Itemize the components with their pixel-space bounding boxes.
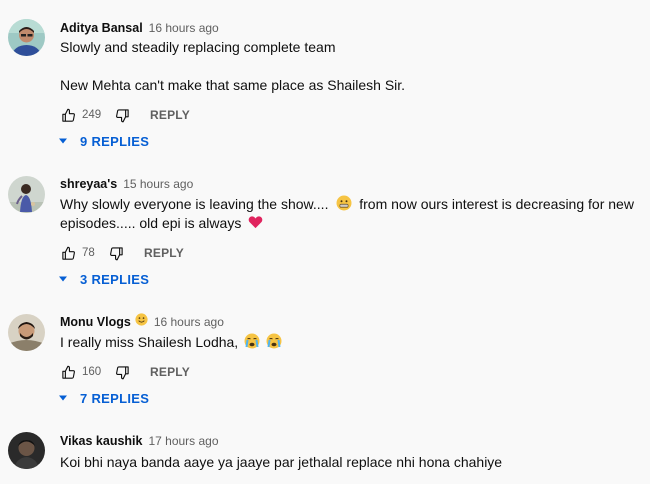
caret-down-icon bbox=[58, 393, 68, 403]
comment-text: Why slowly everyone is leaving the show.… bbox=[60, 195, 634, 216]
heart-emoji bbox=[248, 215, 263, 234]
grimace-emoji bbox=[336, 195, 352, 216]
caret-down-icon bbox=[58, 274, 68, 284]
comment-text-line: I really miss Shailesh Lodha, bbox=[60, 334, 239, 351]
avatar[interactable] bbox=[8, 176, 45, 213]
like-count: 249 bbox=[82, 109, 102, 121]
thumbs-down-icon[interactable] bbox=[114, 107, 130, 123]
comment-text-line: Slowly and steadily replacing complete t… bbox=[60, 39, 336, 55]
comment-text-line: episodes..... old epi is always bbox=[60, 215, 242, 231]
comment-text-line: Koi bhi naya banda aaye ya jaaye par jet… bbox=[60, 454, 503, 470]
thumbs-up-icon[interactable] bbox=[60, 245, 76, 261]
avatar[interactable] bbox=[8, 314, 45, 351]
comment-3: Monu Vlogs 16 hours ago I really miss Sh… bbox=[0, 300, 650, 420]
view-replies-button[interactable]: 7 REPLIES bbox=[58, 389, 149, 407]
reply-button[interactable]: REPLY bbox=[150, 108, 190, 122]
crying-emoji bbox=[244, 333, 260, 354]
comment-text-line: from now ours interest is decreasing for… bbox=[359, 196, 634, 213]
caret-down-icon bbox=[58, 136, 68, 146]
avatar[interactable] bbox=[8, 432, 45, 469]
comment-timestamp[interactable]: 16 hours ago bbox=[149, 21, 219, 35]
smile-emoji bbox=[135, 313, 148, 331]
comment-timestamp[interactable]: 15 hours ago bbox=[123, 177, 193, 191]
comment-4: Vikas kaushik 17 hours ago Koi bhi naya … bbox=[0, 420, 650, 484]
view-replies-button[interactable]: 9 REPLIES bbox=[58, 132, 149, 150]
comment-author[interactable]: Vikas kaushik bbox=[60, 434, 142, 448]
reply-button[interactable]: REPLY bbox=[144, 246, 184, 260]
comment-author[interactable]: Monu Vlogs bbox=[60, 315, 131, 329]
replies-count-label: 7 REPLIES bbox=[80, 390, 150, 406]
like-count: 78 bbox=[82, 247, 95, 259]
crying-emoji bbox=[266, 333, 282, 354]
view-replies-button[interactable]: 3 REPLIES bbox=[58, 270, 149, 288]
comment-text-line: Why slowly everyone is leaving the show.… bbox=[60, 196, 329, 213]
comment-author[interactable]: Aditya Bansal bbox=[60, 21, 143, 35]
thumbs-down-icon[interactable] bbox=[108, 245, 124, 261]
comment-text-line: New Mehta can't make that same place as … bbox=[60, 77, 406, 93]
replies-count-label: 9 REPLIES bbox=[80, 133, 150, 149]
comment-author[interactable]: shreyaa's bbox=[60, 177, 117, 191]
comment-2: shreyaa's 15 hours ago Why slowly everyo… bbox=[0, 160, 650, 300]
comment-timestamp[interactable]: 16 hours ago bbox=[154, 315, 224, 329]
thumbs-up-icon[interactable] bbox=[60, 107, 76, 123]
comment-timestamp[interactable]: 17 hours ago bbox=[148, 434, 218, 448]
comment-text: I really miss Shailesh Lodha, bbox=[60, 333, 282, 354]
comment-1: Aditya Bansal 16 hours ago Slowly and st… bbox=[0, 0, 650, 160]
replies-count-label: 3 REPLIES bbox=[80, 271, 150, 287]
thumbs-up-icon[interactable] bbox=[60, 364, 76, 380]
avatar[interactable] bbox=[8, 19, 45, 56]
thumbs-down-icon[interactable] bbox=[114, 364, 130, 380]
comment-text: episodes..... old epi is always bbox=[60, 214, 263, 234]
like-count: 160 bbox=[82, 366, 102, 378]
reply-button[interactable]: REPLY bbox=[150, 365, 190, 379]
